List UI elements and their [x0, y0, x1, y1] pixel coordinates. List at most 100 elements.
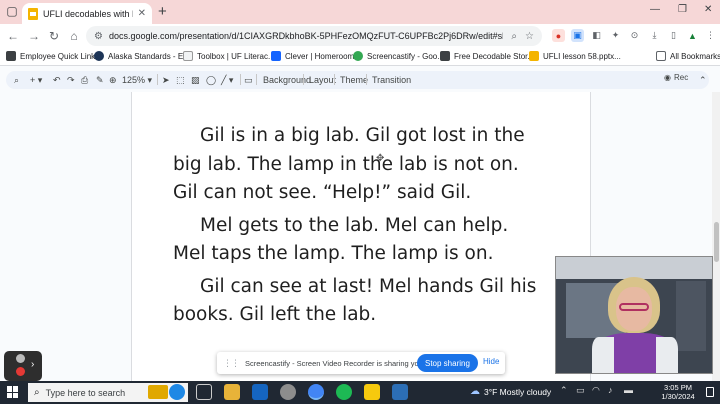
toolbar-collapse-icon[interactable]: ⌃ [699, 73, 707, 87]
browser-tab-active[interactable]: UFLI decodables with Read Alo... ✕ [22, 3, 152, 24]
minimize-icon[interactable]: — [650, 4, 660, 15]
comment-icon[interactable]: ▭ [244, 73, 253, 87]
wifi-icon[interactable]: ◠ [592, 385, 600, 396]
select-cursor-icon[interactable]: ➤ [162, 73, 170, 87]
search-icon: ⌕ [34, 387, 40, 398]
stop-record-icon[interactable] [16, 367, 25, 376]
move-cursor-icon: ✥ [376, 153, 385, 164]
screencastify-controls[interactable] [4, 351, 42, 381]
windows-start-icon[interactable] [7, 386, 19, 398]
print-icon[interactable]: ⎙ [81, 73, 88, 87]
bookmark-alaska-standards[interactable]: Alaska Standards - E... [94, 51, 190, 61]
reload-icon[interactable]: ↻ [46, 28, 62, 44]
tab-search-icon[interactable]: ▢ [3, 2, 21, 20]
bookmark-star-icon[interactable]: ☆ [525, 31, 534, 42]
drag-handle-icon[interactable]: ⋮⋮ [223, 358, 240, 369]
search-menus-icon[interactable]: ⌕ [14, 73, 19, 87]
undo-icon[interactable]: ↶ [53, 73, 61, 87]
new-slide-icon[interactable]: + ▾ [30, 73, 42, 87]
webcam-person-glasses [619, 303, 649, 311]
bookmark-favicon-icon [440, 51, 450, 61]
shape-icon[interactable]: ◯ [206, 73, 216, 87]
webcam-background-shelf [676, 281, 706, 351]
record-icon: ◉ [664, 73, 671, 82]
zoom-search-icon[interactable]: ⌕ [511, 31, 517, 42]
taskbar-clock[interactable]: 3:05 PM 1/30/2024 [656, 383, 700, 401]
extension-icon-2[interactable]: ▣ [571, 29, 584, 42]
address-bar[interactable]: ⚙ docs.google.com/presentation/d/1CIAXGR… [86, 26, 542, 46]
outlook-icon[interactable] [252, 384, 268, 400]
browser-nav-bar: ← → ↻ ⌂ ⚙ docs.google.com/presentation/d… [0, 24, 720, 48]
theme-button[interactable]: Theme [340, 73, 368, 87]
story-text-box[interactable]: Gil is in a big lab. Gil got lost in the… [173, 122, 573, 334]
forward-arrow-icon[interactable]: → [26, 28, 42, 44]
line-icon[interactable]: ╱ ▾ [221, 73, 233, 87]
insert-image-icon[interactable]: ▨ [191, 73, 200, 87]
profile-icon[interactable]: ⊙ [628, 29, 641, 42]
webcam-person-cardigan [656, 337, 678, 373]
volume-icon[interactable]: ♪ [608, 385, 613, 395]
bookmark-favicon-icon [183, 51, 193, 61]
stop-sharing-button[interactable]: Stop sharing [417, 354, 478, 372]
file-explorer-icon[interactable] [224, 384, 240, 400]
back-arrow-icon[interactable]: ← [5, 28, 21, 44]
webcam-ceiling [556, 257, 712, 279]
bookmark-clever-homeroom[interactable]: Clever | Homeroom [271, 51, 354, 61]
battery-icon[interactable]: ▬ [624, 385, 633, 395]
webcam-person-cardigan [592, 337, 614, 373]
hide-link[interactable]: Hide [483, 357, 499, 366]
new-tab-plus-icon[interactable]: + [158, 3, 167, 20]
site-info-icon[interactable]: ⚙ [94, 31, 103, 42]
transition-button[interactable]: Transition [372, 73, 411, 87]
bookmark-favicon-icon [353, 51, 363, 61]
text-box-icon[interactable]: ⬚ [176, 73, 185, 87]
extension-icon-1[interactable]: ● [552, 29, 565, 42]
tray-overflow-icon[interactable]: ⌃ [560, 385, 568, 396]
bookmark-screencastify[interactable]: Screencastify - Goo... [353, 51, 444, 61]
side-panel-icon[interactable]: ▯ [667, 29, 680, 42]
zoom-icon[interactable]: ⊕ [109, 73, 117, 87]
spotify-icon[interactable] [336, 384, 352, 400]
search-highlight-icon[interactable] [148, 385, 168, 399]
bookmark-favicon-icon [529, 51, 539, 61]
home-icon[interactable]: ⌂ [66, 28, 82, 44]
expand-controls-chevron-icon[interactable]: › [31, 359, 34, 370]
layout-button[interactable]: Layout [309, 73, 336, 87]
bookmark-ufli-lesson-58[interactable]: UFLI lesson 58.pptx... [529, 51, 621, 61]
bookmark-employee-quick-links[interactable]: Employee Quick Links [6, 51, 99, 61]
extension-icon-3[interactable]: ◧ [590, 29, 603, 42]
close-tab-icon[interactable]: ✕ [138, 8, 146, 19]
edge-icon[interactable] [280, 384, 296, 400]
copilot-icon[interactable] [169, 384, 185, 400]
chrome-icon[interactable] [308, 384, 324, 400]
google-slides-favicon-icon [28, 7, 38, 20]
extension-avatar-icon[interactable]: ▲ [686, 29, 699, 42]
browser-menu-icon[interactable]: ⋮ [704, 29, 717, 42]
weather-widget[interactable]: ☁ 3°F Mostly cloudy [470, 386, 551, 397]
taskbar-search-placeholder: Type here to search [45, 387, 126, 398]
close-window-icon[interactable]: ✕ [704, 4, 712, 15]
pause-icon[interactable] [16, 354, 25, 363]
bookmark-toolbox-uf[interactable]: Toolbox | UF Literac... [183, 51, 275, 61]
url-text: docs.google.com/presentation/d/1CIAXGRDk… [108, 31, 504, 41]
restore-icon[interactable]: ❐ [678, 4, 687, 15]
scrollbar-thumb[interactable] [714, 222, 719, 262]
rec-button[interactable]: ◉ Rec [664, 73, 688, 82]
extensions-puzzle-icon[interactable]: ✦ [609, 29, 622, 42]
sticky-notes-icon[interactable] [364, 384, 380, 400]
weather-cloud-icon: ☁ [470, 386, 480, 397]
network-icon[interactable]: ▭ [576, 385, 585, 396]
clock-time: 3:05 PM [664, 383, 692, 392]
paint-format-icon[interactable]: ✎ [96, 73, 104, 87]
download-icon[interactable]: ⤓ [648, 29, 661, 42]
webcam-video[interactable] [555, 256, 713, 374]
zoom-select[interactable]: 125% ▾ [122, 73, 152, 87]
redo-icon[interactable]: ↷ [67, 73, 75, 87]
task-view-icon[interactable] [196, 384, 212, 400]
bookmark-favicon-icon [271, 51, 281, 61]
all-bookmarks[interactable]: All Bookmarks [656, 51, 720, 61]
company-portal-icon[interactable] [392, 384, 408, 400]
clock-date: 1/30/2024 [661, 392, 695, 401]
bookmark-free-decodable[interactable]: Free Decodable Stor... [440, 51, 534, 61]
notification-icon[interactable] [706, 387, 714, 397]
